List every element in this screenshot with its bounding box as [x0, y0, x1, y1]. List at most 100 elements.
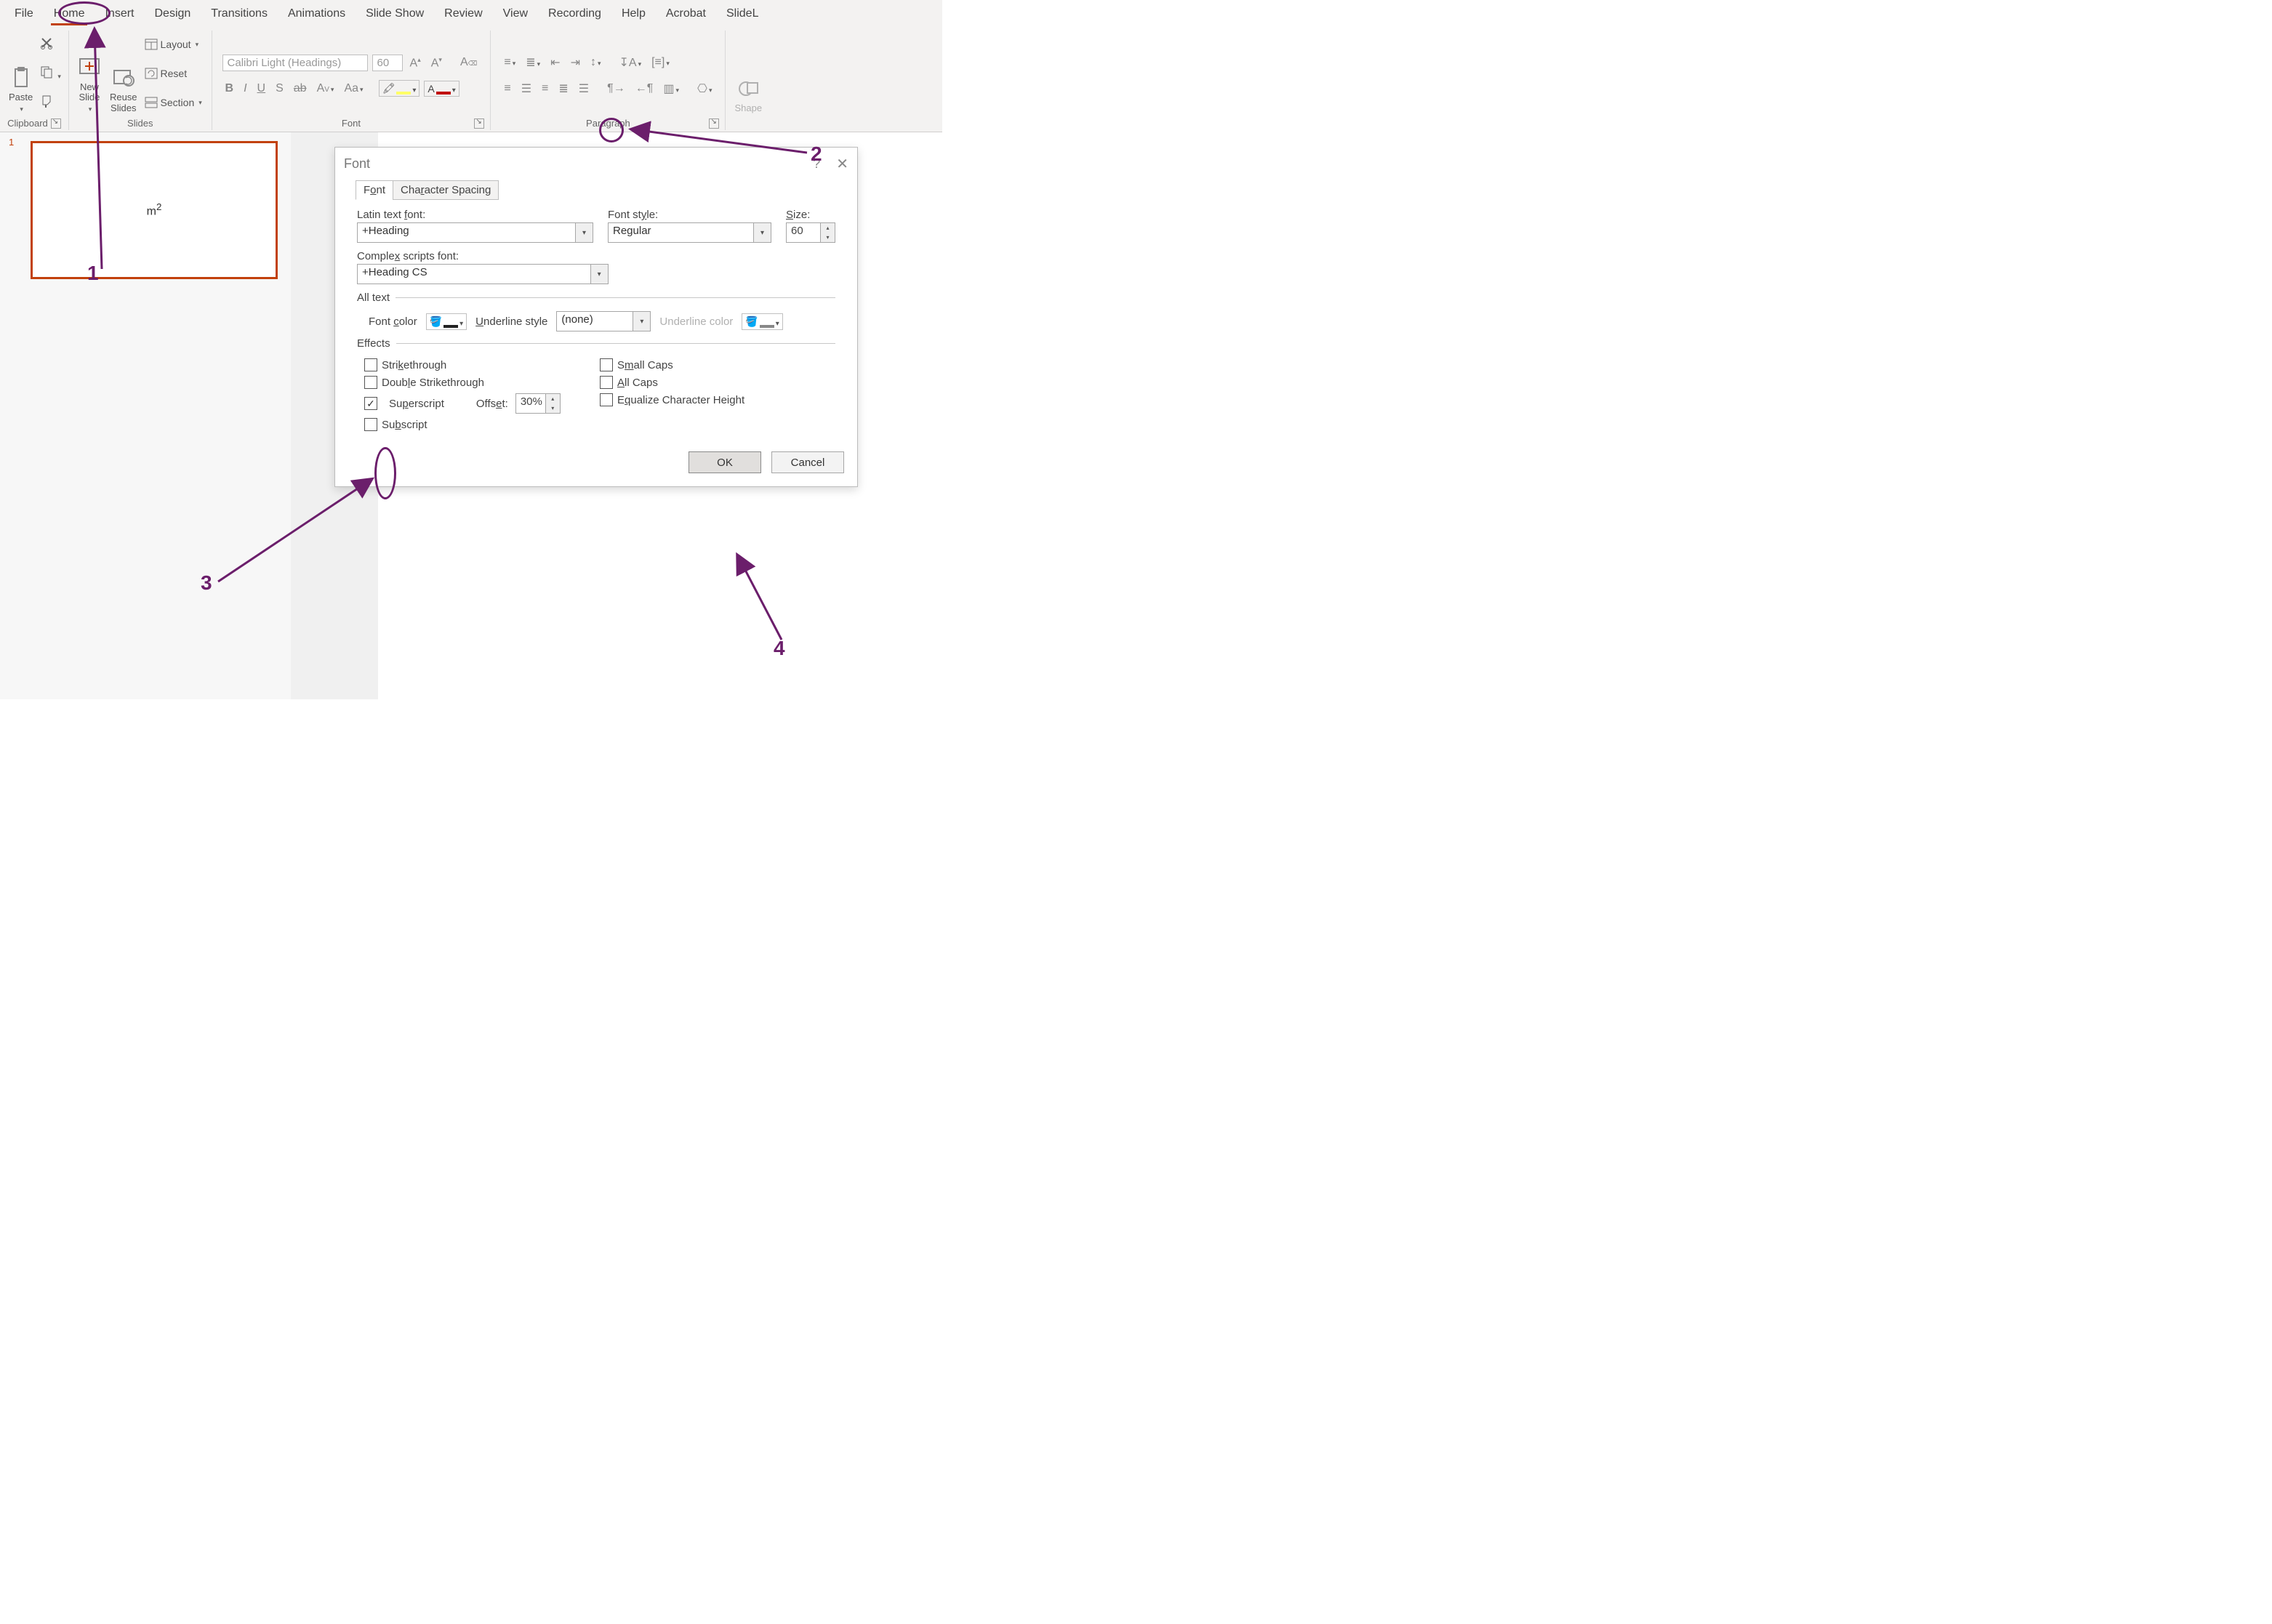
fontcolor-label: Font color — [369, 315, 417, 328]
size-spinner[interactable]: 60▴▾ — [786, 222, 835, 243]
rtl-button[interactable]: ←¶ — [633, 81, 657, 97]
equalize-checkbox[interactable] — [600, 393, 613, 406]
slides-group-label: Slides — [127, 118, 153, 129]
tab-animations[interactable]: Animations — [278, 3, 356, 25]
dlg-tab-spacing[interactable]: Character Spacing — [393, 180, 499, 200]
subscript-label: Subscript — [382, 419, 427, 431]
shapes-button[interactable]: Shape — [730, 31, 766, 116]
align-text-button[interactable]: [≡] — [649, 55, 673, 71]
complex-font-combo[interactable]: +Heading CS▾ — [357, 264, 609, 284]
latin-font-combo[interactable]: +Heading▾ — [357, 222, 593, 243]
font-name-combo[interactable]: Calibri Light (Headings) — [222, 55, 368, 71]
grow-font-icon[interactable]: A▴ — [407, 55, 424, 71]
shadow-button[interactable]: S — [273, 81, 286, 97]
ltr-button[interactable]: ¶→ — [604, 81, 628, 97]
section-icon — [145, 97, 158, 108]
slide-thumbnail-1[interactable]: m2 — [31, 141, 278, 279]
underlinecolor-label: Underline color — [659, 315, 733, 328]
char-spacing-button[interactable]: AV — [314, 81, 337, 97]
line-spacing-button[interactable]: ↕ — [587, 55, 604, 71]
font-size-combo[interactable]: 60 — [372, 55, 403, 71]
close-button[interactable]: ✕ — [836, 155, 848, 173]
subscript-checkbox[interactable] — [364, 418, 377, 431]
reset-button[interactable]: Reset — [145, 68, 204, 79]
align-center-button[interactable]: ☰ — [518, 80, 534, 97]
superscript-checkbox[interactable] — [364, 397, 377, 410]
underlinestyle-label: Underline style — [475, 315, 547, 328]
group-font: Calibri Light (Headings) 60 A▴ A▾ A⌫ B I… — [212, 31, 491, 130]
shapes-icon — [736, 77, 760, 100]
group-slides: New Slide Reuse Slides Layout Reset — [69, 31, 212, 130]
tab-slidel[interactable]: SlideL — [716, 3, 768, 25]
tab-review[interactable]: Review — [434, 3, 492, 25]
copy-icon[interactable] — [40, 65, 61, 81]
tab-recording[interactable]: Recording — [538, 3, 611, 25]
smartart-button[interactable]: ⎔ — [694, 80, 715, 97]
strike-checkbox[interactable] — [364, 358, 377, 371]
font-color-button[interactable]: A▾ — [424, 81, 459, 97]
new-slide-button[interactable]: New Slide — [73, 31, 105, 116]
dec-indent-button[interactable]: ⇤ — [547, 54, 563, 71]
numbering-button[interactable]: ≣ — [523, 54, 543, 71]
paste-button[interactable]: Paste — [4, 31, 37, 116]
change-case-button[interactable]: Aa — [341, 81, 366, 97]
font-group-label: Font — [342, 118, 361, 129]
clipboard-launcher[interactable] — [51, 118, 61, 129]
inc-indent-button[interactable]: ⇥ — [568, 54, 583, 71]
font-style-combo[interactable]: Regular▾ — [608, 222, 771, 243]
columns-button[interactable]: ▥ — [660, 80, 682, 97]
clipboard-group-label: Clipboard — [7, 118, 48, 129]
tab-insert[interactable]: Insert — [95, 3, 144, 25]
thumbnail-text: m2 — [147, 201, 162, 218]
reuse-slides-label: Reuse Slides — [110, 92, 137, 113]
layout-button[interactable]: Layout — [145, 39, 204, 50]
clear-formatting-icon[interactable]: A⌫ — [457, 55, 480, 71]
paragraph-launcher[interactable] — [709, 118, 719, 129]
underlinecolor-picker: 🪣▾ — [742, 313, 782, 330]
tab-slideshow[interactable]: Slide Show — [356, 3, 434, 25]
slide-canvas: Font ? ✕ Font Character Spacing Latin te… — [291, 132, 942, 699]
dialog-title: Font — [344, 156, 370, 172]
bullets-button[interactable]: ≡ — [501, 55, 518, 71]
font-launcher[interactable] — [474, 118, 484, 129]
ribbon: Paste Clipboard — [0, 28, 942, 132]
underlinestyle-combo[interactable]: (none)▾ — [556, 311, 651, 331]
allcaps-checkbox[interactable] — [600, 376, 613, 389]
tab-design[interactable]: Design — [144, 3, 201, 25]
chevron-down-icon — [18, 103, 23, 113]
ok-button[interactable]: OK — [689, 451, 761, 473]
align-right-button[interactable]: ≡ — [539, 81, 551, 97]
section-button[interactable]: Section — [145, 97, 204, 108]
strike-button[interactable]: ab — [291, 81, 310, 97]
bold-button[interactable]: B — [222, 81, 237, 97]
format-painter-icon[interactable] — [40, 95, 61, 110]
distribute-button[interactable]: ☰ — [576, 80, 592, 97]
reset-icon — [145, 68, 158, 79]
allcaps-label: All Caps — [617, 377, 658, 389]
underline-button[interactable]: U — [254, 81, 269, 97]
smallcaps-label: Small Caps — [617, 359, 673, 371]
reuse-slides-button[interactable]: Reuse Slides — [105, 31, 142, 116]
help-button[interactable]: ? — [813, 156, 820, 172]
tab-view[interactable]: View — [493, 3, 538, 25]
justify-button[interactable]: ≣ — [555, 80, 571, 97]
align-left-button[interactable]: ≡ — [501, 81, 513, 97]
slide-number: 1 — [9, 137, 14, 148]
tab-help[interactable]: Help — [611, 3, 656, 25]
tab-acrobat[interactable]: Acrobat — [656, 3, 716, 25]
dstrike-checkbox[interactable] — [364, 376, 377, 389]
text-direction-button[interactable]: ↧A — [617, 54, 645, 71]
dlg-tab-font[interactable]: Font — [356, 180, 393, 200]
tab-file[interactable]: File — [4, 3, 44, 25]
italic-button[interactable]: I — [241, 81, 249, 97]
smallcaps-checkbox[interactable] — [600, 358, 613, 371]
offset-spinner[interactable]: 30%▴▾ — [515, 393, 561, 414]
paragraph-group-label: Paragraph — [586, 118, 630, 129]
tab-home[interactable]: Home — [44, 3, 95, 25]
cancel-button[interactable]: Cancel — [771, 451, 844, 473]
highlight-color-button[interactable]: 🖍▾ — [379, 80, 420, 97]
shrink-font-icon[interactable]: A▾ — [428, 55, 445, 71]
cut-icon[interactable] — [40, 36, 61, 52]
fontcolor-picker[interactable]: 🪣▾ — [426, 313, 467, 330]
tab-transitions[interactable]: Transitions — [201, 3, 278, 25]
